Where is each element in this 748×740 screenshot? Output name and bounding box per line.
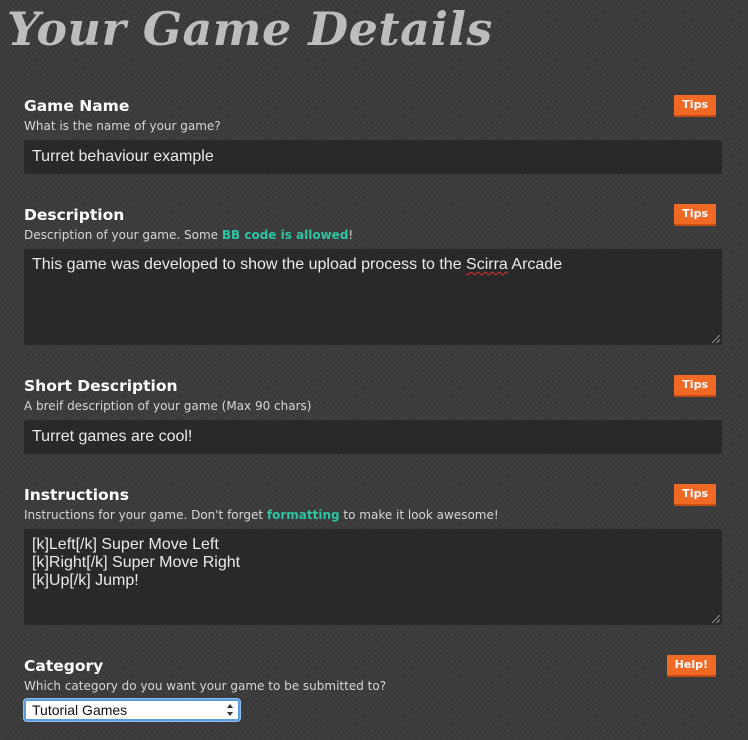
select-arrows-icon [227, 704, 233, 716]
page-title: Your Game Details [7, 2, 493, 56]
category-section: Category Which category do you want your… [24, 655, 722, 727]
misspelled-word: Scirra [466, 256, 508, 273]
short-description-label: Short Description [24, 377, 178, 395]
description-tips-button[interactable]: Tips [674, 204, 716, 226]
category-help-button[interactable]: Help! [666, 655, 716, 677]
description-textarea[interactable]: This game was developed to show the uplo… [24, 249, 722, 345]
resize-grip-icon[interactable] [712, 615, 720, 623]
resize-grip-icon[interactable] [712, 335, 720, 343]
category-label: Category [24, 657, 104, 675]
short-description-tips-button[interactable]: Tips [674, 375, 716, 397]
short-description-section: Short Description A breif description of… [24, 375, 722, 457]
description-section: Description Description of your game. So… [24, 204, 722, 346]
game-name-section: Game Name What is the name of your game?… [24, 95, 722, 177]
game-name-label: Game Name [24, 97, 130, 115]
category-hint: Which category do you want your game to … [24, 679, 387, 693]
bb-code-link[interactable]: BB code is allowed [222, 228, 349, 242]
game-name-tips-button[interactable]: Tips [674, 95, 716, 117]
instructions-hint-end: to make it look awesome! [339, 508, 499, 522]
short-description-input[interactable]: Turret games are cool! [24, 420, 722, 454]
game-name-hint: What is the name of your game? [24, 119, 221, 133]
instructions-text: [k]Left[/k] Super Move Left [k]Right[/k]… [32, 536, 241, 589]
instructions-section: Instructions Instructions for your game.… [24, 484, 722, 626]
short-description-hint: A breif description of your game (Max 90… [24, 399, 312, 413]
category-selected-value: Tutorial Games [32, 702, 128, 718]
game-name-input[interactable]: Turret behaviour example [24, 140, 722, 174]
description-hint: Description of your game. Some BB code i… [24, 228, 353, 242]
formatting-link[interactable]: formatting [267, 508, 340, 522]
description-hint-end: ! [348, 228, 354, 242]
description-label: Description [24, 206, 125, 224]
instructions-hint-text: Instructions for your game. Don't forget [24, 508, 267, 522]
instructions-label: Instructions [24, 486, 129, 504]
description-text: This game was developed to show the uplo… [32, 256, 467, 273]
instructions-textarea[interactable]: [k]Left[/k] Super Move Left [k]Right[/k]… [24, 529, 722, 625]
category-select[interactable]: Tutorial Games [24, 699, 240, 721]
description-hint-text: Description of your game. Some [24, 228, 222, 242]
instructions-tips-button[interactable]: Tips [674, 484, 716, 506]
description-text-end: Arcade [507, 256, 563, 273]
instructions-hint: Instructions for your game. Don't forget… [24, 508, 499, 522]
